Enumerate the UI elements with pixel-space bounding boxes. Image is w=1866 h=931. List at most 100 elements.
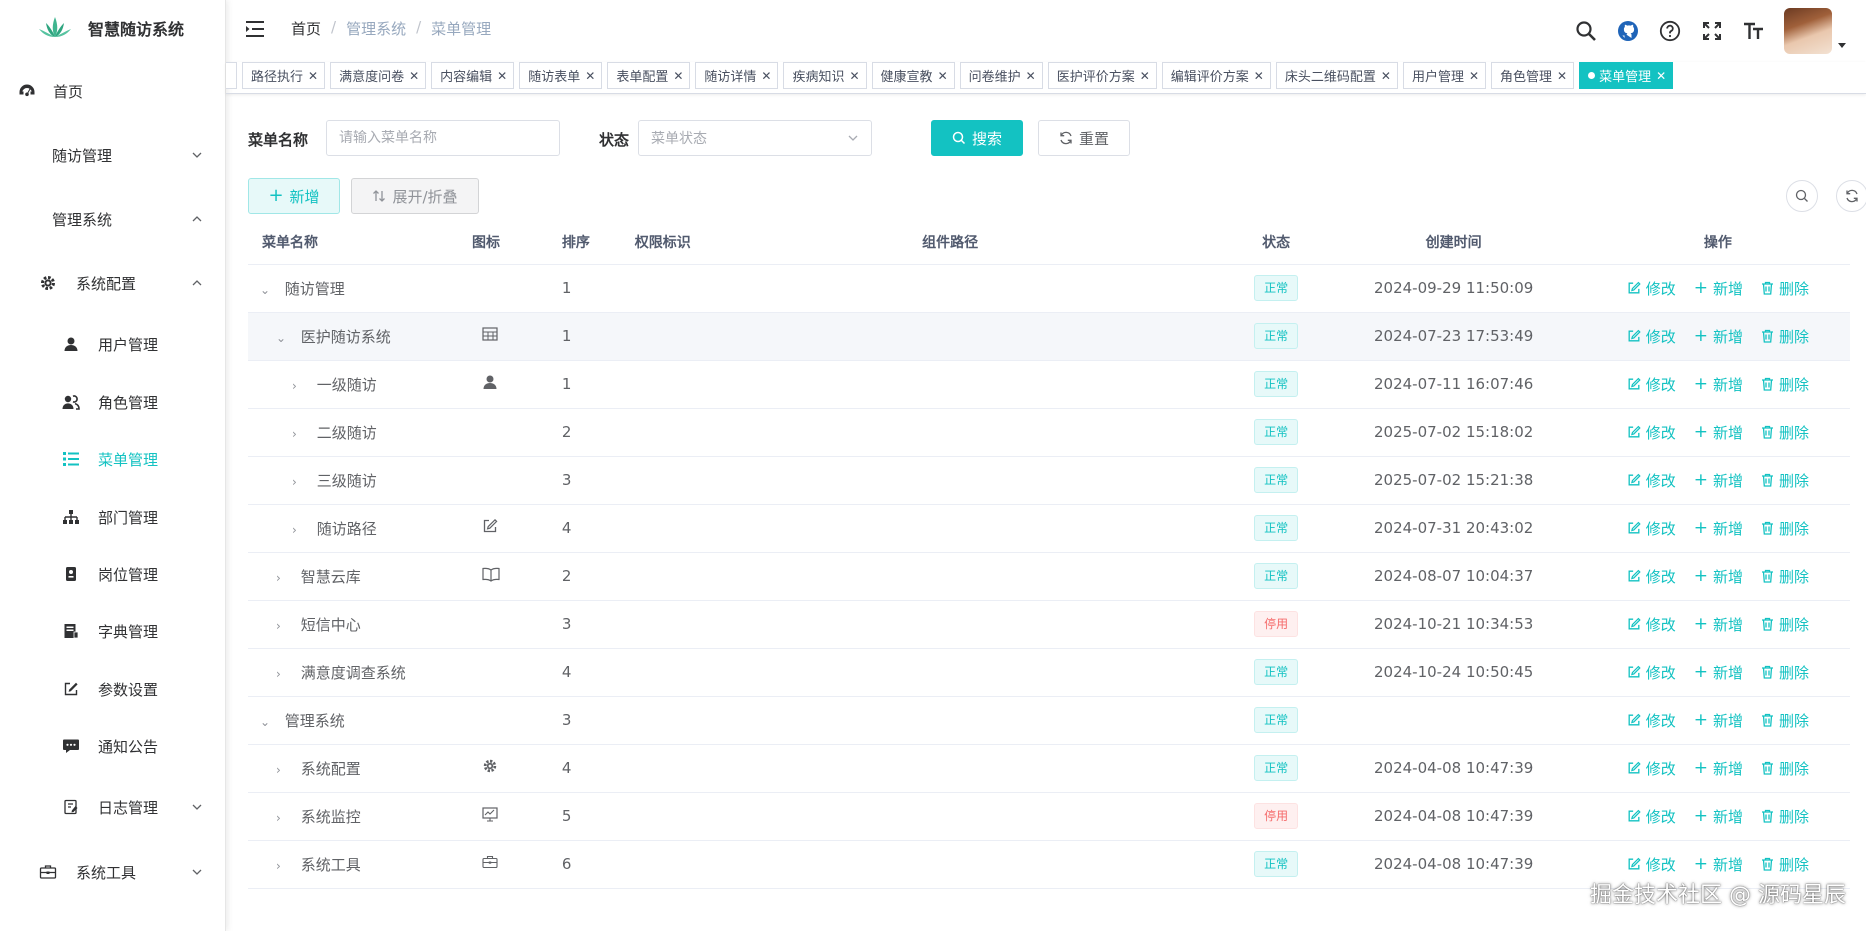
avatar[interactable]	[1784, 8, 1832, 54]
help-icon[interactable]	[1658, 19, 1682, 43]
search-button[interactable]: 搜索	[931, 120, 1023, 156]
add-child-button[interactable]: + 新增	[1694, 662, 1743, 683]
edit-button[interactable]: 修改	[1627, 422, 1676, 443]
edit-button[interactable]: 修改	[1627, 566, 1676, 587]
delete-button[interactable]: 删除	[1761, 806, 1809, 827]
edit-button[interactable]: 修改	[1627, 518, 1676, 539]
tab-item[interactable]	[226, 62, 237, 89]
chevron-right-icon[interactable]: ›	[292, 379, 304, 393]
chevron-down-icon[interactable]: ⌄	[260, 283, 272, 297]
edit-button[interactable]: 修改	[1627, 470, 1676, 491]
tab-item-active[interactable]: 菜单管理 ✕	[1579, 62, 1674, 89]
close-icon[interactable]: ✕	[761, 69, 771, 83]
add-child-button[interactable]: + 新增	[1694, 422, 1743, 443]
close-icon[interactable]: ✕	[497, 69, 507, 83]
delete-button[interactable]: 删除	[1761, 374, 1809, 395]
sidebar-item-admin-system[interactable]: 管理系统	[0, 194, 226, 244]
delete-button[interactable]: 删除	[1761, 662, 1809, 683]
table-row[interactable]: › 随访路径 4 正常 2024-07-31 20:43:02 修改 + 新增 …	[248, 504, 1850, 553]
chevron-right-icon[interactable]: ›	[276, 763, 288, 777]
table-row[interactable]: › 系统配置 4 正常 2024-04-08 10:47:39 修改 + 新增 …	[248, 744, 1850, 793]
sidebar-item-menus[interactable]: 菜单管理	[0, 434, 226, 484]
tab-item[interactable]: 随访详情 ✕	[695, 62, 779, 89]
tab-item[interactable]: 医护评价方案 ✕	[1047, 62, 1157, 89]
chevron-right-icon[interactable]: ›	[292, 427, 304, 441]
fullscreen-icon[interactable]	[1700, 19, 1724, 43]
chevron-right-icon[interactable]: ›	[292, 523, 304, 537]
edit-button[interactable]: 修改	[1627, 614, 1676, 635]
tab-item[interactable]: 表单配置 ✕	[607, 62, 691, 89]
delete-button[interactable]: 删除	[1761, 326, 1809, 347]
table-row[interactable]: ⌄ 管理系统 3 正常 修改 + 新增 删除	[248, 696, 1850, 745]
table-row[interactable]: › 二级随访 2 正常 2025-07-02 15:18:02 修改 + 新增 …	[248, 408, 1850, 457]
add-button[interactable]: + 新增	[248, 178, 340, 214]
table-row[interactable]: › 三级随访 3 正常 2025-07-02 15:21:38 修改 + 新增 …	[248, 456, 1850, 505]
sidebar-item-params[interactable]: 参数设置	[0, 664, 226, 714]
search-icon[interactable]	[1574, 19, 1598, 43]
sidebar-item-system-config[interactable]: 系统配置	[0, 258, 226, 308]
close-icon[interactable]: ✕	[585, 69, 595, 83]
tab-item[interactable]: 内容编辑 ✕	[431, 62, 515, 89]
sidebar-item-users[interactable]: 用户管理	[0, 319, 226, 369]
add-child-button[interactable]: + 新增	[1694, 566, 1743, 587]
table-row[interactable]: ⌄ 医护随访系统 1 正常 2024-07-23 17:53:49 修改 + 新…	[248, 312, 1850, 361]
sidebar-item-home[interactable]: 首页	[0, 66, 226, 116]
sidebar-item-dict[interactable]: 字典管理	[0, 606, 226, 656]
edit-button[interactable]: 修改	[1627, 374, 1676, 395]
tab-item[interactable]: 角色管理 ✕	[1491, 62, 1575, 89]
chevron-right-icon[interactable]: ›	[276, 811, 288, 825]
add-child-button[interactable]: + 新增	[1694, 614, 1743, 635]
add-child-button[interactable]: + 新增	[1694, 710, 1743, 731]
edit-button[interactable]: 修改	[1627, 662, 1676, 683]
chevron-right-icon[interactable]: ›	[276, 571, 288, 585]
sidebar-item-followup[interactable]: 随访管理	[0, 130, 226, 180]
add-child-button[interactable]: + 新增	[1694, 854, 1743, 875]
menu-name-field[interactable]	[339, 130, 559, 146]
hamburger-icon[interactable]	[244, 18, 266, 40]
chevron-right-icon[interactable]: ›	[276, 619, 288, 633]
chevron-right-icon[interactable]: ›	[276, 859, 288, 873]
font-size-icon[interactable]	[1742, 19, 1766, 43]
close-icon[interactable]: ✕	[1140, 69, 1150, 83]
sidebar-item-posts[interactable]: 岗位管理	[0, 549, 226, 599]
chevron-down-icon[interactable]: ⌄	[276, 331, 288, 345]
close-icon[interactable]: ✕	[1381, 69, 1391, 83]
tab-item[interactable]: 床头二维码配置 ✕	[1275, 62, 1398, 89]
table-row[interactable]: › 一级随访 1 正常 2024-07-11 16:07:46 修改 + 新增 …	[248, 360, 1850, 409]
toggle-search-button[interactable]	[1786, 180, 1818, 212]
delete-button[interactable]: 删除	[1761, 422, 1809, 443]
delete-button[interactable]: 删除	[1761, 470, 1809, 491]
caret-down-icon[interactable]	[1838, 42, 1846, 48]
breadcrumb-home[interactable]: 首页	[291, 18, 321, 39]
close-icon[interactable]: ✕	[673, 69, 683, 83]
delete-button[interactable]: 删除	[1761, 278, 1809, 299]
table-row[interactable]: › 满意度调查系统 4 正常 2024-10-24 10:50:45 修改 + …	[248, 648, 1850, 697]
close-icon[interactable]: ✕	[938, 69, 948, 83]
table-row[interactable]: › 系统监控 5 停用 2024-04-08 10:47:39 修改 + 新增 …	[248, 792, 1850, 841]
sidebar-item-logs[interactable]: 日志管理	[0, 782, 226, 832]
menu-name-input[interactable]	[326, 120, 560, 156]
close-icon[interactable]: ✕	[1557, 69, 1567, 83]
close-icon[interactable]: ✕	[1254, 69, 1264, 83]
add-child-button[interactable]: + 新增	[1694, 518, 1743, 539]
add-child-button[interactable]: + 新增	[1694, 278, 1743, 299]
edit-button[interactable]: 修改	[1627, 710, 1676, 731]
edit-button[interactable]: 修改	[1627, 278, 1676, 299]
add-child-button[interactable]: + 新增	[1694, 806, 1743, 827]
table-row[interactable]: › 短信中心 3 停用 2024-10-21 10:34:53 修改 + 新增 …	[248, 600, 1850, 649]
tab-item[interactable]: 路径执行 ✕	[242, 62, 326, 89]
tab-item[interactable]: 用户管理 ✕	[1402, 62, 1487, 89]
add-child-button[interactable]: + 新增	[1694, 326, 1743, 347]
tab-item[interactable]: 编辑评价方案 ✕	[1161, 62, 1271, 89]
close-icon[interactable]: ✕	[1026, 69, 1036, 83]
delete-button[interactable]: 删除	[1761, 710, 1809, 731]
sidebar-item-tools[interactable]: 系统工具	[0, 847, 226, 897]
edit-button[interactable]: 修改	[1627, 806, 1676, 827]
delete-button[interactable]: 删除	[1761, 566, 1809, 587]
tab-item[interactable]: 随访表单 ✕	[519, 62, 603, 89]
table-row[interactable]: › 智慧云库 2 正常 2024-08-07 10:04:37 修改 + 新增 …	[248, 552, 1850, 601]
github-icon[interactable]	[1616, 19, 1640, 43]
add-child-button[interactable]: + 新增	[1694, 758, 1743, 779]
add-child-button[interactable]: + 新增	[1694, 470, 1743, 491]
sidebar-item-roles[interactable]: 角色管理	[0, 377, 226, 427]
